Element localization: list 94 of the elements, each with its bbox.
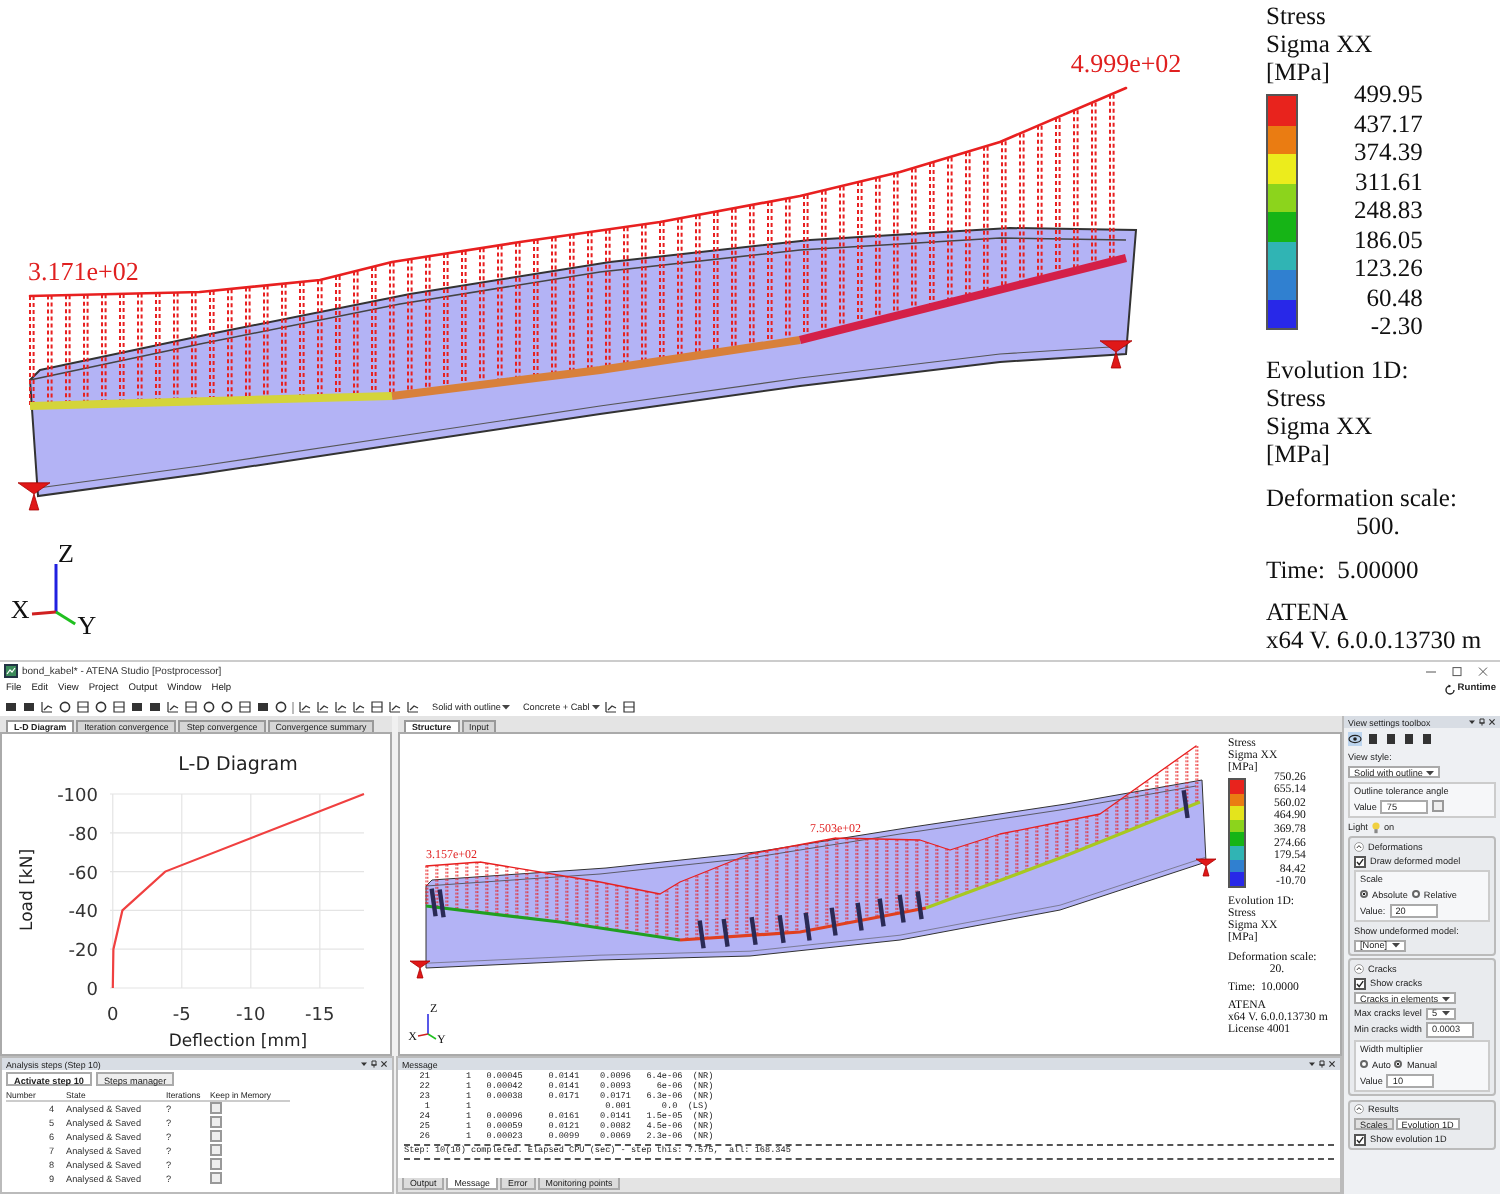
axes-icon [417, 1013, 437, 1040]
tick-label: -60 [68, 864, 98, 885]
scale-value: 60.48 [1364, 283, 1423, 313]
dropdown-icon[interactable] [360, 1060, 368, 1068]
radio-button[interactable] [1360, 1060, 1368, 1068]
legend-title: Stress [1266, 2, 1328, 30]
close-icon[interactable] [1488, 718, 1496, 726]
check-icon [1356, 1135, 1364, 1143]
stress-value-label: 3.171e+02 [28, 256, 139, 286]
toolbar-icon[interactable] [112, 700, 126, 714]
tick-label: -20 [68, 942, 98, 963]
evolution-label: Evolution 1D: [1266, 356, 1411, 385]
scale-value: 499.95 [1354, 80, 1423, 110]
axis-title: Load [kN] [18, 849, 38, 931]
deformation-label: Deformation scale: [1266, 483, 1459, 512]
pin-icon[interactable] [1478, 718, 1486, 726]
checkbox[interactable] [210, 1172, 222, 1184]
scale-value: -2.30 [1368, 312, 1423, 342]
caret-icon [1426, 769, 1435, 775]
axis-label: X [10, 594, 30, 624]
toolbar-icon[interactable] [316, 700, 330, 714]
radio-button[interactable] [1411, 890, 1420, 898]
close-icon[interactable] [380, 1060, 388, 1068]
version-info: ATENA [1266, 598, 1350, 627]
dropdown-icon[interactable] [1308, 1060, 1316, 1068]
checkbox[interactable] [1354, 855, 1366, 867]
scale-value: 374.39 [1354, 138, 1423, 168]
evolution-label: Sigma XX [1266, 412, 1375, 441]
toolbar-icon[interactable] [94, 700, 108, 714]
radio-button[interactable] [1360, 890, 1368, 898]
checkbox[interactable] [210, 1130, 222, 1142]
stress-value-label: 4.999e+02 [1070, 48, 1182, 78]
toolbar-icon[interactable] [621, 700, 636, 714]
tick-label: -100 [57, 787, 98, 807]
checkbox[interactable] [210, 1158, 222, 1170]
pin-icon[interactable] [1318, 1060, 1326, 1068]
checkbox[interactable] [1432, 800, 1445, 813]
caret-icon [502, 704, 511, 710]
cycle-icon [1443, 683, 1456, 695]
evolution-label: Stress [1266, 384, 1328, 413]
scale-value: 311.61 [1354, 167, 1423, 197]
axis-title: Deflection [mm] [168, 1032, 308, 1050]
deformation-value: 500. [1354, 511, 1402, 540]
maximize-icon[interactable] [1450, 665, 1464, 677]
evolution-label: [MPa] [1266, 440, 1332, 469]
tick-label: -10 [236, 1006, 266, 1026]
scale-value: 248.83 [1354, 196, 1423, 226]
chart-title: L-D Diagram [178, 754, 298, 776]
tick-label: -80 [68, 825, 98, 846]
tick-label: -40 [68, 903, 98, 924]
toolbar-icon[interactable] [40, 700, 54, 714]
version-info: x64 V. 6.0.0.13730 m [1266, 626, 1484, 655]
toolbar-icon[interactable] [298, 700, 312, 714]
caret-icon [1391, 942, 1400, 948]
close-icon[interactable] [1328, 1060, 1336, 1068]
axis-label: Z [58, 538, 74, 568]
checkbox[interactable] [210, 1144, 222, 1156]
checkbox[interactable] [210, 1102, 222, 1114]
toolbar-icon[interactable] [370, 700, 384, 714]
collapse-icon[interactable] [1354, 841, 1364, 851]
bulb-icon [1371, 821, 1380, 833]
collapse-icon[interactable] [1354, 1104, 1364, 1114]
tick-label: -15 [305, 1006, 335, 1026]
scale-value: 186.05 [1354, 225, 1423, 255]
checkbox[interactable] [1354, 1133, 1366, 1145]
checkbox[interactable] [1354, 977, 1366, 989]
toolbar-icon[interactable] [238, 700, 252, 714]
axis-label: Y [77, 609, 97, 640]
toolbar-icon[interactable] [352, 700, 366, 714]
toolbar-icon[interactable] [166, 700, 180, 714]
check-icon [1356, 979, 1364, 987]
toolbar-icon[interactable] [603, 700, 618, 714]
toolbar-icon[interactable] [406, 700, 420, 714]
tick-label: 0 [86, 981, 98, 1001]
axes-icon [31, 564, 76, 626]
caret-icon [591, 704, 600, 710]
check-icon [1356, 857, 1364, 865]
toolbox-icon[interactable] [1348, 732, 1362, 746]
toolbar-icon[interactable] [76, 700, 90, 714]
radio-button[interactable] [1394, 1060, 1403, 1068]
legend-title: [MPa] [1266, 58, 1332, 86]
toolbar-icon[interactable] [334, 700, 348, 714]
collapse-icon[interactable] [1354, 963, 1364, 973]
scale-value: 437.17 [1354, 109, 1423, 139]
toolbar-icon[interactable] [388, 700, 402, 714]
checkbox[interactable] [210, 1116, 222, 1128]
tick-label: -5 [172, 1006, 191, 1026]
toolbar-icon[interactable] [184, 700, 198, 714]
pin-icon[interactable] [370, 1060, 378, 1068]
time-label: Time: 5.00000 [1266, 555, 1421, 584]
legend-title: Sigma XX [1266, 30, 1375, 58]
tick-label: 0 [107, 1006, 119, 1026]
toolbar-icon[interactable] [58, 700, 72, 714]
scale-value: 123.26 [1354, 254, 1423, 284]
